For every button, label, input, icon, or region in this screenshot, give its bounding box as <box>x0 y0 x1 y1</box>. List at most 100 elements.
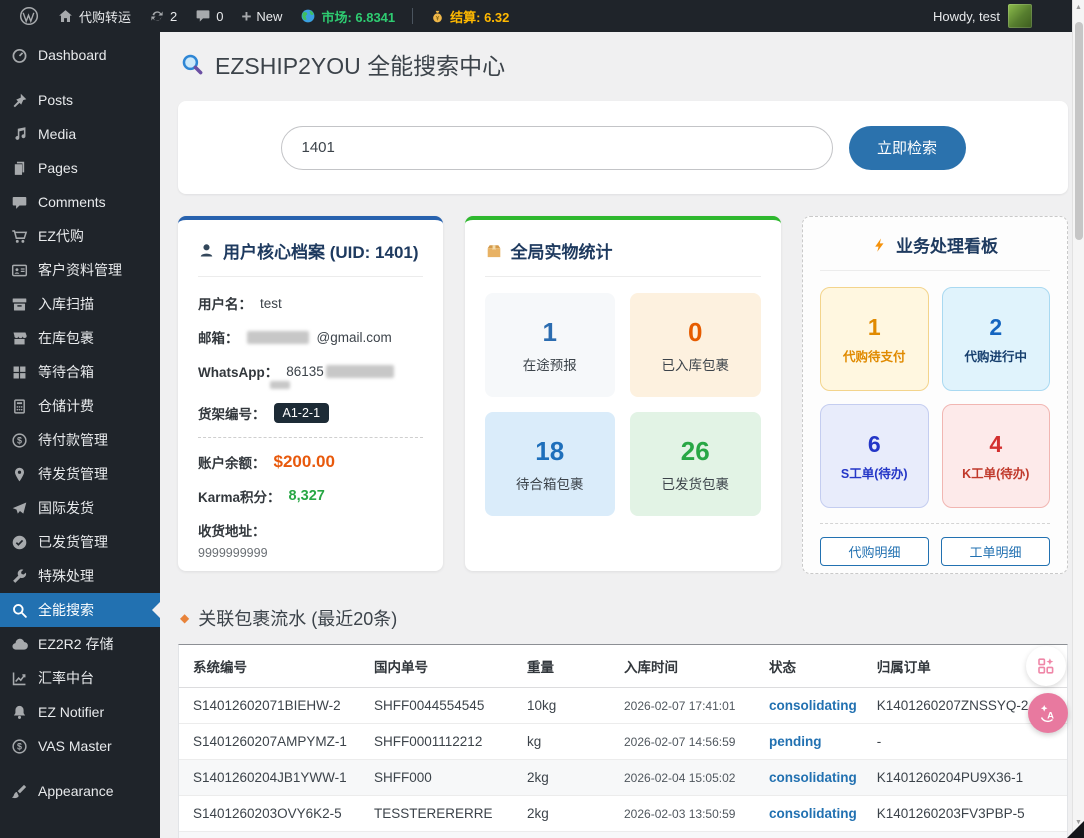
search-button[interactable]: 立即检索 <box>848 125 966 170</box>
search-icon <box>9 600 29 620</box>
sidebar-item-special-handling[interactable]: 特殊处理 <box>0 559 160 593</box>
market-rate[interactable]: 市场: 6.8341 <box>291 0 404 32</box>
sidebar-item-ez-daigou[interactable]: EZ代购 <box>0 219 160 253</box>
check-circle-icon <box>9 532 29 552</box>
shelf-badge: A1-2-1 <box>273 403 330 423</box>
redacted-whatsapp-2 <box>270 380 290 389</box>
sidebar-item-await-consolidation[interactable]: 等待合箱 <box>0 355 160 389</box>
comment-icon <box>9 192 29 212</box>
sidebar-item-vas-master[interactable]: $ VAS Master <box>0 729 160 763</box>
site-menu[interactable]: 代购转运 <box>48 0 140 32</box>
karma-value: 8,327 <box>288 488 325 504</box>
sidebar-item-posts[interactable]: Posts <box>0 83 160 117</box>
summary-cards-row: 用户核心档案 (UID: 1401) 用户名： test 邮箱： @gmail.… <box>178 216 1068 574</box>
stats-card-title: 全局实物统计 <box>484 238 761 277</box>
ticket-detail-button[interactable]: 工单明细 <box>941 537 1050 566</box>
blocks-sparkle-icon <box>1038 658 1054 674</box>
table-row: S1401260204JB1YWW-1 SHFF000 2kg 2026-02-… <box>179 759 1067 796</box>
plane-icon <box>9 498 29 518</box>
magnifier-icon <box>182 54 203 74</box>
builder-fab-button[interactable] <box>1026 646 1066 686</box>
business-board-card: 业务处理看板 1 代购待支付 2 代购进行中 6 S工单(待办) 4 K工单(待… <box>802 216 1068 574</box>
page-scrollbar[interactable]: ▲ ▼ <box>1072 0 1084 838</box>
corner-grip <box>1067 821 1084 838</box>
comments-menu[interactable]: 0 <box>186 0 232 32</box>
packages-table-card: 系统编号 国内单号 重量 入库时间 状态 归属订单 S14012602071BI… <box>178 644 1068 838</box>
profile-card-title: 用户核心档案 (UID: 1401) <box>198 238 423 277</box>
new-label: New <box>256 8 283 24</box>
updates-icon <box>151 11 163 21</box>
diamond-icon: ◆ <box>180 611 190 625</box>
updates-menu[interactable]: 2 <box>140 0 186 32</box>
howdy-text[interactable]: Howdy, test <box>933 9 1000 24</box>
sidebar-item-customer-data[interactable]: 客户资料管理 <box>0 253 160 287</box>
sidebar-item-inbound-scan[interactable]: 入库扫描 <box>0 287 160 321</box>
cloud-icon <box>9 634 29 654</box>
whatsapp-field: WhatsApp： 86135 <box>198 361 423 389</box>
sidebar-item-storage-billing[interactable]: 仓储计费 <box>0 389 160 423</box>
home-icon <box>59 9 72 22</box>
global-stats-card: 全局实物统计 1 在途预报 0 已入库包裹 18 待合箱包裹 26 已发货包裹 <box>464 216 781 571</box>
comment-icon <box>196 10 210 22</box>
new-menu[interactable]: + New <box>232 0 291 32</box>
map-pin-icon <box>9 464 29 484</box>
sidebar-item-ez-notifier[interactable]: EZ Notifier <box>0 695 160 729</box>
balance-field: 账户余额： $200.00 <box>198 452 335 471</box>
daigou-detail-button[interactable]: 代购明细 <box>820 537 929 566</box>
sidebar-item-pages[interactable]: Pages <box>0 151 160 185</box>
admin-sidebar: Dashboard Posts Media Pages Comments EZ代… <box>0 32 160 838</box>
id-card-icon <box>9 260 29 280</box>
user-icon <box>200 244 213 257</box>
translate-fab-button[interactable]: A <box>1028 693 1068 733</box>
sidebar-item-comments[interactable]: Comments <box>0 185 160 219</box>
stat-awaiting-box: 18 待合箱包裹 <box>484 412 615 516</box>
money-bag-icon <box>433 10 442 22</box>
menu-separator <box>0 763 160 774</box>
search-input[interactable] <box>280 125 833 170</box>
sidebar-item-appearance[interactable]: Appearance <box>0 774 160 808</box>
svg-text:$: $ <box>17 741 22 751</box>
menu-separator <box>0 72 160 83</box>
packages-table: 系统编号 国内单号 重量 入库时间 状态 归属订单 S14012602071BI… <box>179 645 1067 838</box>
cart-icon <box>9 226 29 246</box>
sidebar-item-ez2r2-storage[interactable]: EZ2R2 存储 <box>0 627 160 661</box>
board-s-tickets: 6 S工单(待办) <box>820 404 929 508</box>
translate-icon: A <box>1040 705 1054 722</box>
settlement-rate-text: 结算: 6.32 <box>450 9 510 25</box>
sidebar-item-pending-payment[interactable]: $ 待付款管理 <box>0 423 160 457</box>
archive-box-icon <box>9 294 29 314</box>
brush-icon <box>9 781 29 801</box>
globe-icon <box>302 9 315 23</box>
wordpress-logo-icon[interactable] <box>10 0 48 32</box>
sidebar-item-dashboard[interactable]: Dashboard <box>0 38 160 72</box>
table-header-row: 系统编号 国内单号 重量 入库时间 状态 归属订单 <box>179 645 1067 688</box>
sidebar-item-fx-hub[interactable]: 汇率中台 <box>0 661 160 695</box>
board-pending-pay: 1 代购待支付 <box>820 287 929 391</box>
sidebar-item-in-stock[interactable]: 在库包裹 <box>0 321 160 355</box>
sidebar-item-shipped[interactable]: 已发货管理 <box>0 525 160 559</box>
store-icon <box>9 328 29 348</box>
address-value: 9999999999 <box>198 546 268 560</box>
sidebar-item-pending-shipment[interactable]: 待发货管理 <box>0 457 160 491</box>
site-name: 代购转运 <box>79 9 132 25</box>
pages-icon <box>9 158 29 178</box>
grid-icon <box>9 362 29 382</box>
table-row: S1401260203OVY6K2-5 TESSTERERERRE 2kg 20… <box>179 795 1067 832</box>
wrench-icon <box>9 566 29 586</box>
settlement-rate[interactable]: 结算: 6.32 <box>421 0 518 32</box>
table-row: S1401260203B2QO68-4 TEST 2kg 2026-02-03 … <box>179 831 1067 838</box>
comments-count: 0 <box>216 8 224 24</box>
chart-line-icon <box>9 668 29 688</box>
scroll-up-arrow[interactable]: ▲ <box>1075 4 1082 11</box>
sidebar-item-intl-shipping[interactable]: 国际发货 <box>0 491 160 525</box>
avatar[interactable] <box>1008 4 1032 28</box>
whatsapp-value: 86135 <box>286 363 324 379</box>
username-value: test <box>260 295 282 311</box>
board-buttons: 代购明细 工单明细 <box>820 537 1050 566</box>
sidebar-item-omni-search[interactable]: 全能搜索 <box>0 593 160 627</box>
sidebar-item-media[interactable]: Media <box>0 117 160 151</box>
admin-bar: 代购转运 2 0 + New 市场: 6.8341 结算: 6.32 Howdy… <box>0 0 1084 32</box>
scrollbar-thumb[interactable] <box>1075 22 1083 240</box>
table-row: S1401260207AMPYMZ-1 SHFF0001112212 kg 20… <box>179 723 1067 760</box>
email-field: 邮箱： @gmail.com <box>198 329 392 347</box>
